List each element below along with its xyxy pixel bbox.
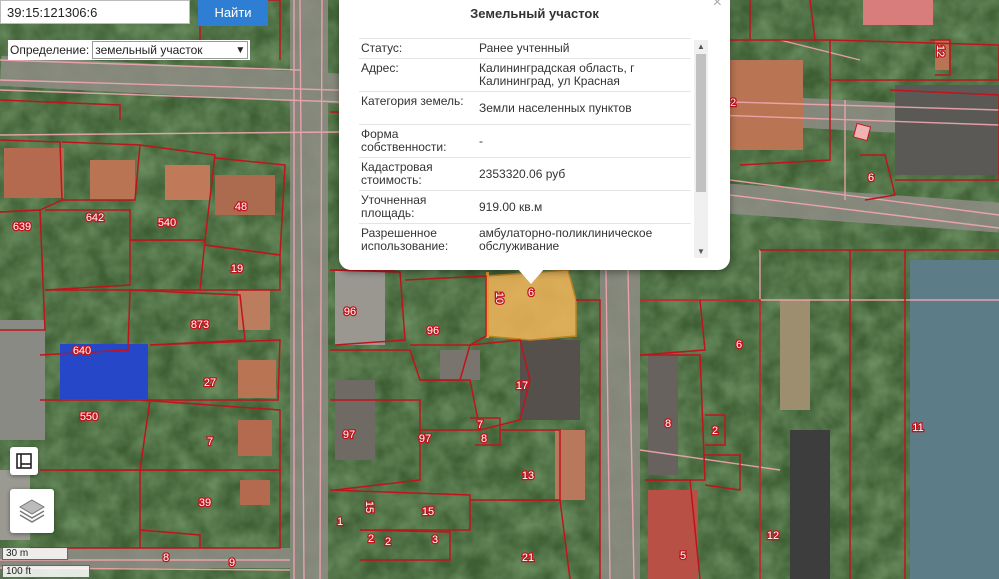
parcel-label: 8 (481, 433, 487, 445)
parcel-label: 7 (477, 419, 483, 431)
parcel-label: 9 (229, 557, 235, 569)
attribute-value: амбулаторно-поликлиническое обслуживание (479, 226, 653, 253)
definition-row: Определение: земельный участок ▼ (8, 40, 251, 60)
parcel-label: 8 (163, 552, 169, 564)
popup-title: Земельный участок (470, 6, 599, 21)
parcel-label: 15 (422, 506, 434, 518)
parcel-label: 873 (191, 319, 209, 331)
parcel-label: 2 (368, 533, 374, 545)
attribute-key: Статус: (361, 41, 403, 55)
parcel-label: 3 (432, 534, 438, 546)
attribute-value: 2353320.06 руб (479, 166, 566, 181)
attribute-value: Калининградская область, г Калининград, … (479, 61, 635, 88)
parcel-label: 550 (80, 411, 98, 423)
parcel-label: 39 (199, 497, 211, 509)
attribute-row: Кадастровая стоимость: 2353320.06 руб (359, 157, 691, 190)
attribute-value: 919.00 кв.м (479, 199, 543, 214)
parcel-label: 5 (680, 550, 686, 562)
attribute-row: Разрешенное использование: амбулаторно-п… (359, 223, 691, 256)
parcel-label: 2 (712, 425, 718, 437)
parcel-label: 8 (665, 418, 671, 430)
parcel-label: 13 (522, 470, 534, 482)
layers-button[interactable] (10, 489, 54, 533)
parcel-label: 12 (934, 45, 946, 57)
parcel-label: 6 (528, 287, 534, 299)
parcel-label: 17 (516, 380, 528, 392)
parcel-label: 96 (344, 306, 356, 318)
popup-attributes: Статус: Ранее учтенный Адрес: Калинингра… (359, 38, 691, 260)
cadastral-search-input[interactable]: 39:15:121306:6 (0, 0, 190, 24)
parcel-label: 7 (207, 436, 213, 448)
parcel-label: 19 (231, 263, 243, 275)
scale-metric: 30 m (2, 548, 68, 560)
parcel-label: 11 (912, 422, 923, 434)
attribute-row: Форма собственности: - (359, 124, 691, 157)
definition-label: Определение: (10, 43, 90, 57)
popup-pointer (517, 268, 545, 284)
parcel-label: 48 (235, 201, 247, 213)
attribute-value: Ранее учтенный (479, 41, 570, 55)
parcel-label: 6 (736, 339, 742, 351)
scroll-thumb[interactable] (696, 54, 706, 192)
attribute-key: Форма собственности: (361, 127, 447, 154)
legend-icon (16, 453, 32, 469)
attribute-row: Категория земель: Земли населенных пункт… (359, 91, 691, 124)
chevron-down-icon: ▼ (235, 44, 246, 56)
parcel-label: 2 (385, 536, 391, 548)
find-button[interactable]: Найти (198, 0, 268, 26)
attribute-key: Кадастровая стоимость: (361, 160, 433, 187)
attribute-key: Разрешенное использование: (361, 226, 449, 253)
layers-icon (19, 499, 45, 523)
parcel-label: 540 (158, 217, 176, 229)
legend-button[interactable] (10, 447, 38, 475)
parcel-label: 97 (419, 433, 431, 445)
attribute-row: Адрес: Калининградская область, г Калини… (359, 58, 691, 91)
parcel-label: 12 (767, 530, 779, 542)
parcel-label: 639 (13, 221, 31, 233)
attribute-key: Категория земель: (361, 94, 464, 108)
attribute-key: Адрес: (361, 61, 399, 75)
parcel-label: 27 (204, 377, 216, 389)
scroll-up-icon[interactable]: ▲ (697, 42, 705, 51)
attribute-value: Земли населенных пунктов (479, 100, 632, 115)
parcel-label: 96 (427, 325, 439, 337)
parcel-label: 97 (343, 429, 355, 441)
parcel-label: 6 (868, 172, 874, 184)
parcel-info-popup: Земельный участок × Статус: Ранее учтенн… (339, 0, 730, 270)
definition-selected: земельный участок (95, 43, 203, 57)
parcel-label: 21 (522, 552, 534, 564)
parcel-label: 2 (730, 97, 736, 109)
parcel-label: 1 (337, 516, 343, 528)
parcel-label: 642 (86, 212, 104, 224)
definition-select[interactable]: земельный участок ▼ (92, 41, 249, 59)
attribute-row: Уточненная площадь: 919.00 кв.м (359, 190, 691, 223)
attribute-key: Уточненная площадь: (361, 193, 427, 220)
attribute-row: Статус: Ранее учтенный (359, 38, 691, 58)
attribute-value: - (479, 133, 483, 148)
parcel-label: 10 (493, 292, 505, 304)
scale-imperial: 100 ft (2, 565, 90, 578)
scroll-down-icon[interactable]: ▼ (697, 247, 705, 256)
close-icon[interactable]: × (713, 0, 722, 12)
popup-scrollbar[interactable]: ▲ ▼ (694, 40, 708, 258)
parcel-label: 640 (73, 345, 91, 357)
parcel-label: 15 (363, 501, 375, 513)
